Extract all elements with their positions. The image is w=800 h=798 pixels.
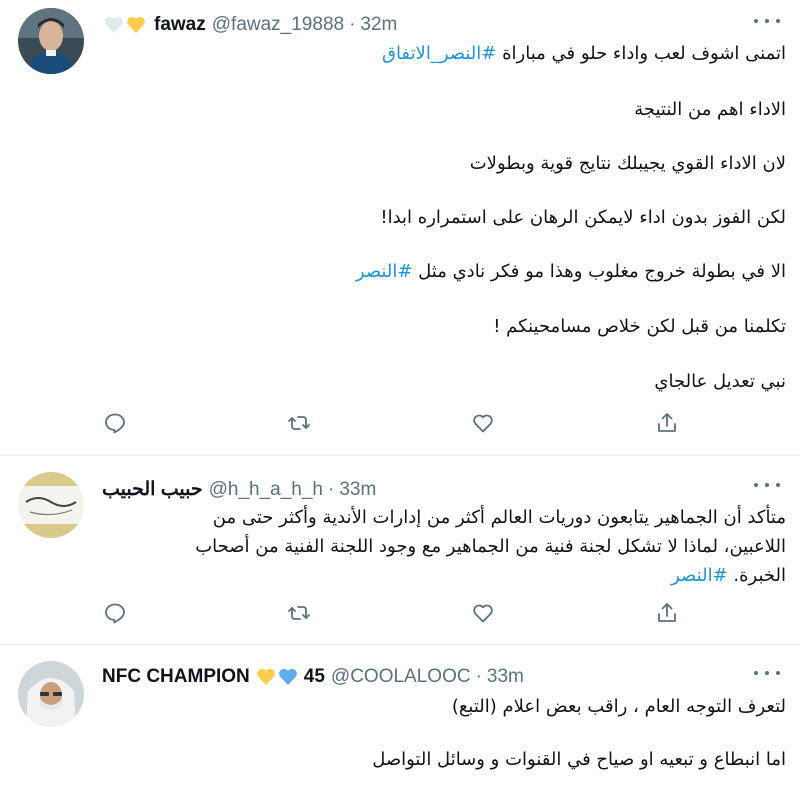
avatar[interactable] — [18, 8, 84, 74]
avatar[interactable] — [18, 472, 84, 538]
share-icon[interactable] — [655, 411, 681, 437]
display-name-suffix[interactable]: 45 — [304, 666, 325, 688]
text-segment: اتمنى اشوف لعب واداء حلو في مباراة — [496, 43, 786, 64]
yellow-heart-icon — [256, 667, 276, 687]
hashtag-link[interactable]: #النصر — [356, 261, 413, 282]
timestamp[interactable]: 32m — [360, 14, 397, 36]
handle[interactable]: @COOLALOOC — [331, 666, 471, 688]
tweet-actions — [102, 411, 682, 437]
tweet-header: NFC CHAMPION 45 @COOLALOOC · 33m — [102, 666, 740, 688]
hashtag-link[interactable]: #النصر — [671, 565, 728, 586]
tweet[interactable]: fawaz @fawaz_19888 · 32m اتمنى اشوف لعب … — [0, 0, 800, 456]
tweet-text-line: تكلمنا من قبل لكن خلاص مسامحينكم ! — [493, 316, 786, 337]
reply-icon[interactable] — [103, 411, 129, 437]
more-options-icon[interactable] — [754, 668, 780, 678]
display-name[interactable]: NFC CHAMPION — [102, 666, 250, 688]
hashtag-link[interactable]: #النصر_الاتفاق — [382, 43, 496, 64]
avatar[interactable] — [18, 661, 84, 727]
more-options-icon[interactable] — [754, 480, 780, 490]
blue-heart-icon — [278, 667, 298, 687]
tweet-text-line: الاداء اهم من النتيجة — [634, 99, 786, 120]
tweet-text-line: اللاعبين، لماذا لا تشكل لجنة فنية من الج… — [195, 536, 786, 557]
like-icon[interactable] — [471, 411, 497, 437]
tweet-text-line: الخبرة. #النصر — [100, 565, 786, 586]
display-name[interactable]: حبيب الحبيب — [102, 478, 203, 501]
text-segment: الخبرة. — [727, 565, 786, 586]
tweet-text-line: لكن الفوز بدون اداء لايمكن الرهان على اس… — [380, 207, 786, 228]
tweet-header: fawaz @fawaz_19888 · 32m — [102, 14, 740, 36]
reply-icon[interactable] — [103, 601, 129, 627]
tweet-text-line: اما انبطاع و تبعيه او صياح في القنوات و … — [372, 749, 786, 770]
tweet-header: حبيب الحبيب @h_h_a_h_h · 33m — [102, 478, 740, 501]
separator-dot: · — [328, 478, 335, 500]
tweet[interactable]: NFC CHAMPION 45 @COOLALOOC · 33m لتعرف ا… — [0, 645, 800, 798]
like-icon[interactable] — [471, 601, 497, 627]
separator-dot: · — [475, 666, 482, 687]
heart-emoji-icon — [104, 15, 124, 35]
tweet-text-line: لان الاداء القوي يجيبلك نتايج قوية وبطول… — [469, 153, 786, 174]
share-icon[interactable] — [655, 601, 681, 627]
tweet-text-line: متأكد أن الجماهير يتابعون دوريات العالم … — [212, 507, 786, 528]
retweet-icon[interactable] — [287, 601, 313, 627]
tweet-text-line: نبي تعديل عالجاي — [654, 371, 786, 392]
handle[interactable]: @h_h_a_h_h — [209, 479, 323, 501]
timestamp[interactable]: 33m — [487, 666, 524, 688]
timestamp[interactable]: 33m — [339, 479, 376, 501]
tweet[interactable]: حبيب الحبيب @h_h_a_h_h · 33m متأكد أن ال… — [0, 456, 800, 645]
more-options-icon[interactable] — [754, 16, 780, 26]
separator-dot: · — [349, 14, 356, 35]
retweet-icon[interactable] — [287, 411, 313, 437]
handle[interactable]: @fawaz_19888 — [212, 14, 344, 36]
tweet-text-line: الا في بطولة خروج مغلوب وهذا مو فكر نادي… — [100, 261, 786, 282]
tweet-text-line: لتعرف التوجه العام ، راقب بعض اعلام (الت… — [451, 696, 786, 717]
heart-emoji-icon — [126, 15, 146, 35]
text-segment: الا في بطولة خروج مغلوب وهذا مو فكر نادي… — [412, 261, 786, 282]
display-name[interactable]: fawaz — [154, 14, 206, 36]
tweet-text-line: اتمنى اشوف لعب واداء حلو في مباراة #النص… — [100, 43, 786, 64]
tweet-actions — [102, 601, 682, 627]
